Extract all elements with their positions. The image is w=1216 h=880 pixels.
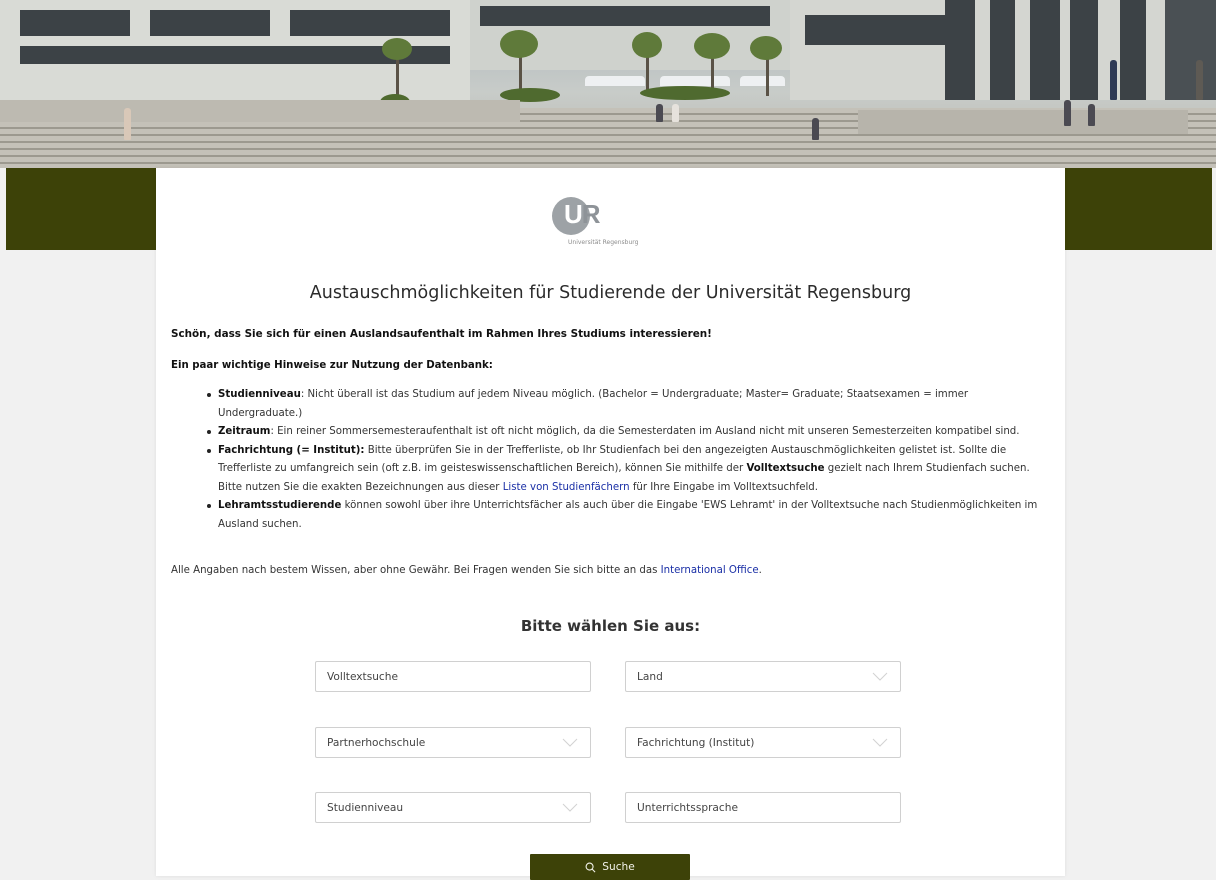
teaching-language-field[interactable] [626,793,900,822]
notes-list: Studienniveau: Nicht überall ist das Stu… [171,386,1041,534]
note-studienniveau: Studienniveau: Nicht überall ist das Stu… [171,386,1041,423]
chevron-down-icon [562,738,578,747]
note-term: Lehramtsstudierende [218,500,342,511]
logo-subtitle: Universität Regensburg [568,239,639,246]
land-select[interactable]: Land [625,661,901,692]
disclaimer-text: Alle Angaben nach bestem Wissen, aber oh… [171,565,661,576]
note-text: können sowohl über ihre Unterrichtsfäche… [218,500,1038,530]
search-button[interactable]: Suche [530,854,690,880]
search-icon [585,862,596,872]
disclaimer: Alle Angaben nach bestem Wissen, aber oh… [171,565,762,576]
filter-heading: Bitte wählen Sie aus: [520,617,701,635]
studienniveau-select-value: Studienniveau [327,802,404,814]
teaching-language-input[interactable] [625,792,901,823]
international-office-link[interactable]: International Office [661,565,759,576]
logo-letter-r: R [581,199,601,229]
note-term: Studienniveau [218,389,301,400]
note-text: für Ihre Eingabe im Volltextsuchfeld. [629,481,819,493]
intro-text: Schön, dass Sie sich für einen Auslandsa… [171,328,712,340]
fulltext-search-field[interactable] [316,662,590,691]
disclaimer-end: . [758,565,762,576]
note-term-fulltext: Volltextsuche [746,463,825,474]
university-logo[interactable]: UR Universität Regensburg [552,195,672,251]
note-term: Fachrichtung (= Institut): [218,444,365,456]
chevron-down-icon [872,738,888,747]
logo-letter-u: U [564,199,583,229]
chevron-down-icon [562,803,578,812]
subject-list-link[interactable]: Liste von Studienfächern [503,482,630,493]
partner-select-value: Partnerhochschule [327,737,426,749]
note-zeitraum: Zeitraum: Ein reiner Sommersemesteraufen… [171,423,1041,442]
campus-banner-image [0,0,1216,168]
search-button-label: Suche [602,861,635,873]
fachrichtung-select-value: Fachrichtung (Institut) [637,737,755,749]
fachrichtung-select[interactable]: Fachrichtung (Institut) [625,727,901,758]
note-lehramt: Lehramtsstudierende können sowohl über i… [171,497,1041,534]
partner-university-select[interactable]: Partnerhochschule [315,727,591,758]
fulltext-search-input[interactable] [315,661,591,692]
olive-band-left [6,168,156,250]
olive-band-right [1065,168,1212,250]
note-fachrichtung: Fachrichtung (= Institut): Bitte überprü… [171,442,1041,498]
chevron-down-icon [872,672,888,681]
notes-title: Ein paar wichtige Hinweise zur Nutzung d… [171,360,493,371]
studienniveau-select[interactable]: Studienniveau [315,792,591,823]
note-term: Zeitraum [218,426,271,437]
land-select-value: Land [637,671,663,683]
page-title: Austauschmöglichkeiten für Studierende d… [309,283,912,303]
note-text: : Nicht überall ist das Studium auf jede… [218,389,969,419]
logo-letters: UR [564,199,601,230]
note-text: : Ein reiner Sommersemesteraufenthalt is… [270,426,1020,437]
main-content-card: UR Universität Regensburg Austauschmögli… [156,168,1065,880]
